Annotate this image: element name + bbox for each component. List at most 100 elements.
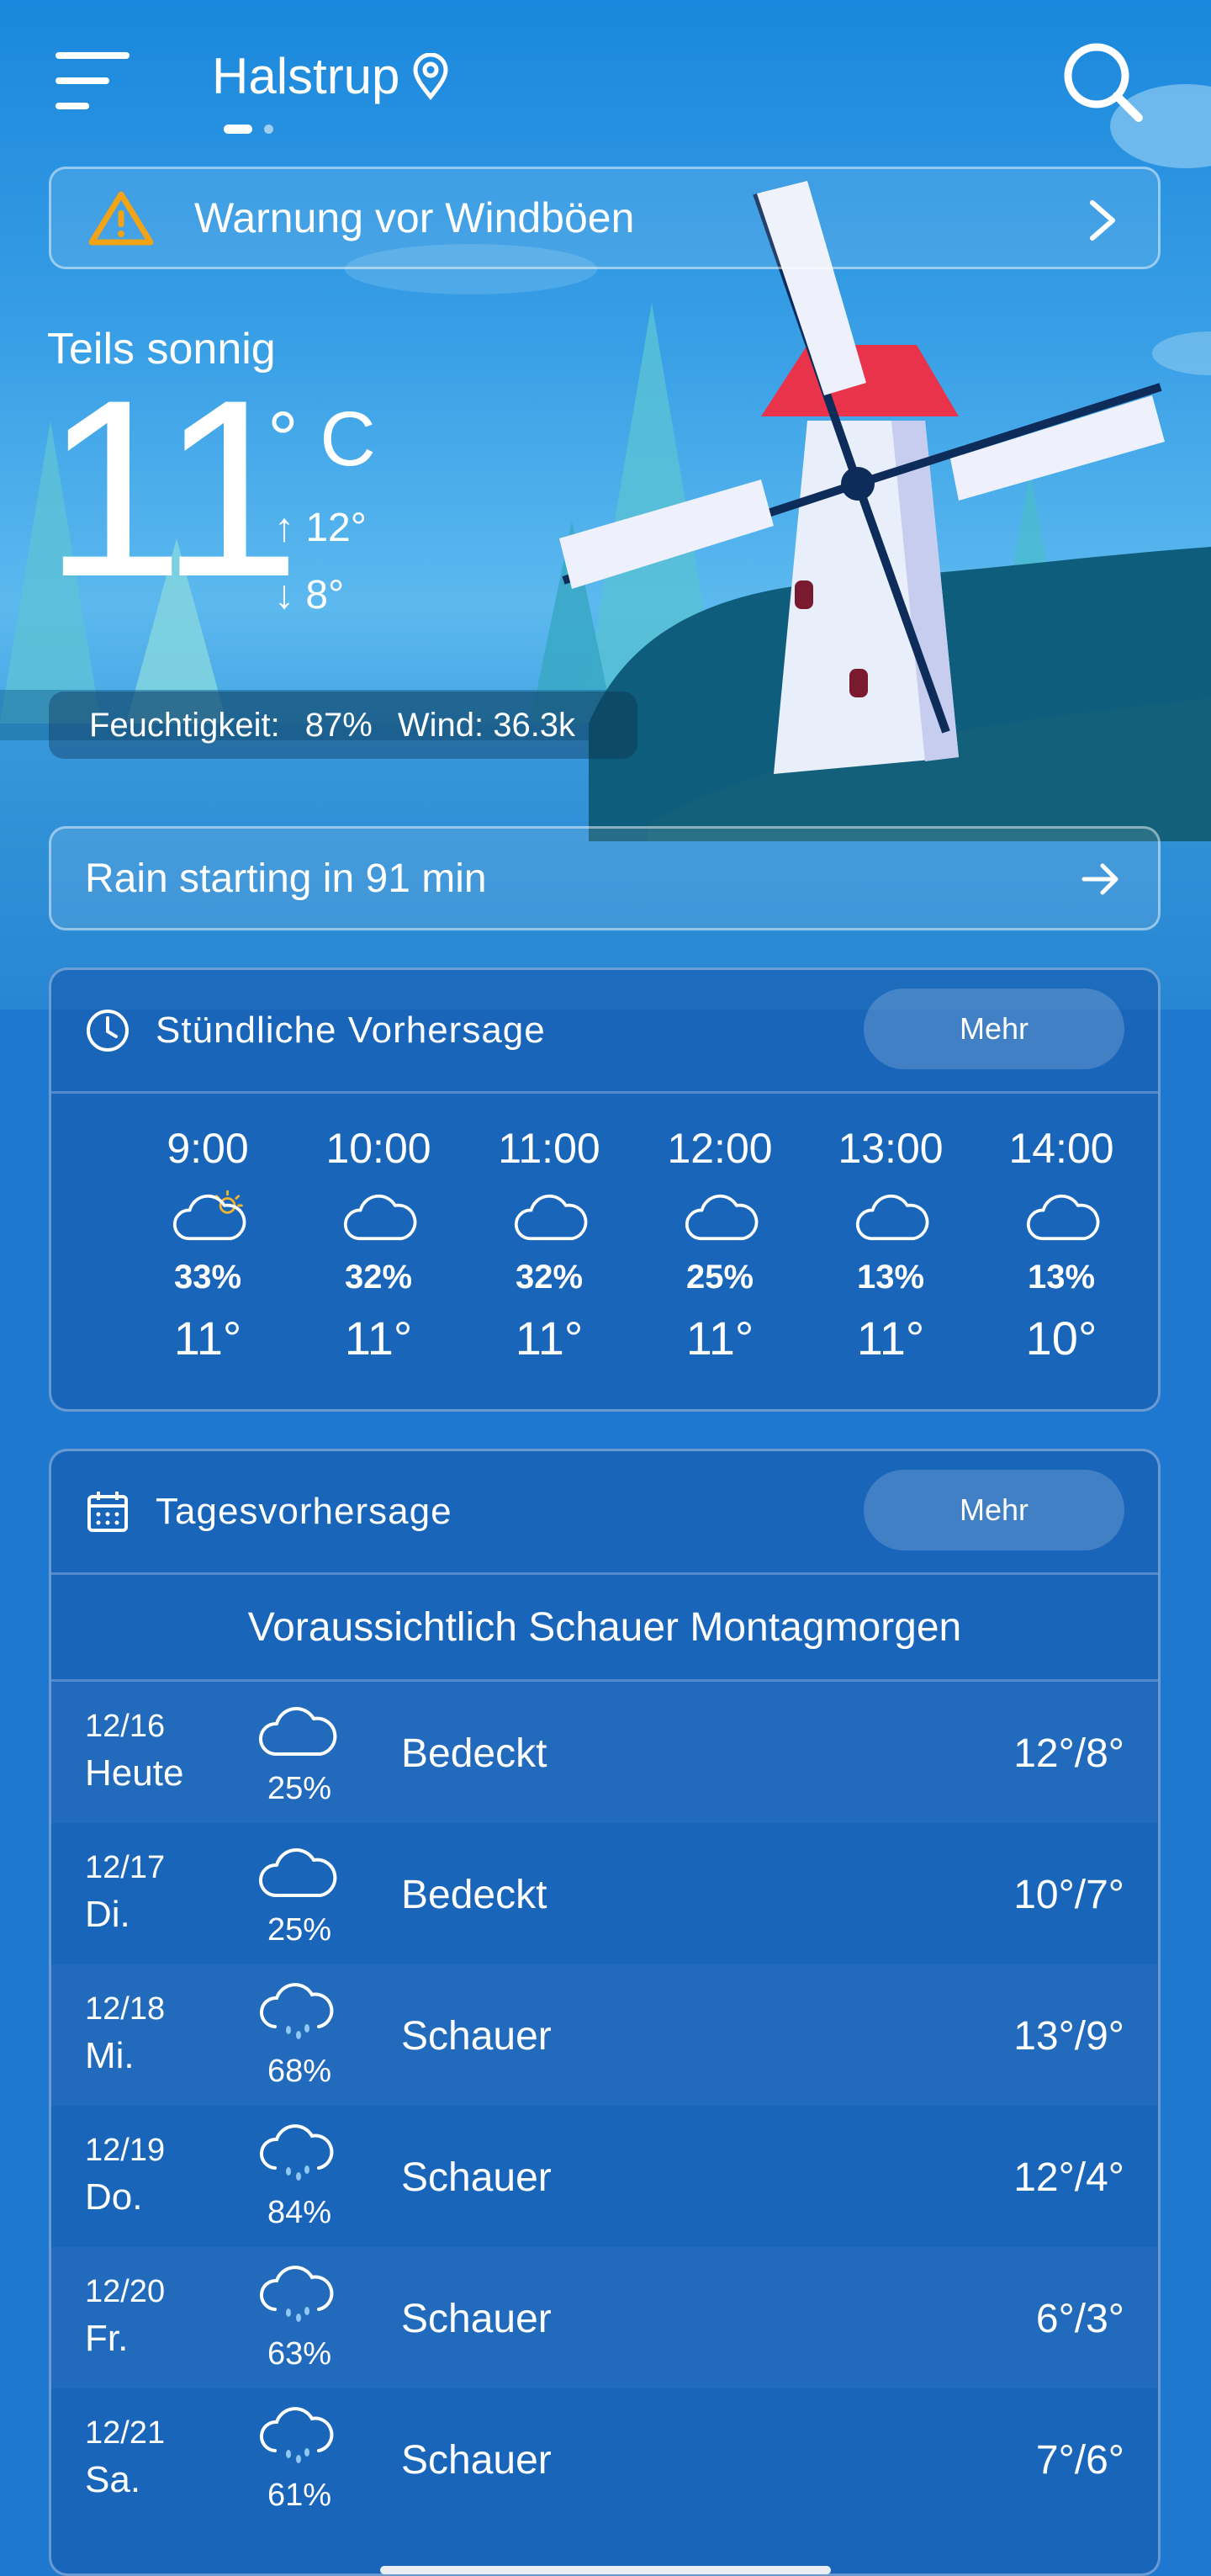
low-temperature: ↓ 8°	[274, 572, 344, 618]
hour-time: 14:00	[1008, 1125, 1114, 1172]
daily-list: 12/16 Heute 25% Bedeckt 12°/8° 12/17 Di. 25% Bed…	[51, 1682, 1158, 2530]
day-condition: Schauer	[401, 2438, 552, 2483]
city-name: Halstrup	[212, 48, 400, 104]
hourly-forecast-card: Stündliche Vorhersage Mehr 9:00 33% 11° 10:…	[49, 967, 1161, 1412]
day-name: Mi.	[85, 2035, 135, 2076]
hour-precip: 33%	[173, 1259, 242, 1296]
page-indicator	[224, 125, 273, 134]
hour-precip: 13%	[856, 1259, 925, 1296]
high-temperature: ↑ 12°	[274, 505, 367, 551]
day-row[interactable]: 12/21 Sa. 61% Schauer 7°/6°	[51, 2388, 1158, 2530]
hourly-title: Stündliche Vorhersage	[156, 1010, 546, 1051]
daily-title: Tagesvorhersage	[156, 1491, 452, 1532]
hour-temp: 11°	[344, 1312, 413, 1365]
day-temps: 13°/9°	[1013, 2014, 1124, 2059]
cloud-icon	[258, 1848, 337, 1897]
day-date: 12/19	[85, 2133, 166, 2168]
page-dot	[264, 125, 273, 134]
menu-icon[interactable]	[56, 52, 131, 113]
rain-alert-text: Rain starting in 91 min	[85, 856, 487, 901]
daily-summary: Voraussichtlich Schauer Montagmorgen	[51, 1575, 1158, 1682]
day-precip: 25%	[267, 1771, 332, 1806]
weather-warning-banner[interactable]: Warnung vor Windböen	[49, 167, 1161, 269]
day-precip: 63%	[267, 2336, 332, 2372]
day-row[interactable]: 12/19 Do. 84% Schauer 12°/4°	[51, 2106, 1158, 2247]
arrow-down-icon: ↓	[274, 573, 294, 617]
day-name: Di.	[85, 1894, 130, 1935]
day-condition: Bedeckt	[401, 1731, 547, 1776]
day-temps: 10°/7°	[1013, 1873, 1124, 1917]
cloud-icon	[685, 1194, 759, 1241]
hour-temp: 11°	[515, 1312, 584, 1365]
page-dot-active	[224, 125, 252, 134]
day-precip: 61%	[267, 2478, 332, 2513]
daily-card-header: Tagesvorhersage Mehr	[51, 1451, 1158, 1575]
hourly-more-button[interactable]: Mehr	[864, 989, 1124, 1069]
hour-precip: 25%	[685, 1259, 754, 1296]
rain-cloud-icon	[260, 1983, 334, 2039]
hour-time: 12:00	[667, 1125, 773, 1172]
weather-stats-strip: Feuchtigkeit: 87% Wind: 36.3k	[49, 692, 637, 759]
top-bar: Halstrup	[0, 0, 1211, 151]
home-indicator[interactable]	[380, 2566, 831, 2574]
day-row[interactable]: 12/16 Heute 25% Bedeckt 12°/8°	[51, 1682, 1158, 1823]
partly-cloudy-icon	[172, 1190, 246, 1241]
day-date: 12/20	[85, 2274, 166, 2309]
warning-text: Warnung vor Windböen	[194, 194, 635, 241]
day-temps: 12°/4°	[1013, 2155, 1124, 2200]
day-name: Do.	[85, 2176, 143, 2218]
day-precip: 68%	[267, 2054, 332, 2089]
warning-triangle-icon	[88, 191, 154, 246]
day-row[interactable]: 12/20 Fr. 63% Schauer 6°/3°	[51, 2247, 1158, 2388]
location-pin-icon	[413, 52, 448, 100]
hour-time: 9:00	[167, 1125, 249, 1172]
calendar-icon	[87, 1492, 128, 1532]
cloud-icon	[1026, 1194, 1100, 1241]
day-date: 12/16	[85, 1709, 166, 1744]
hour-precip: 1	[1148, 1259, 1158, 1296]
rain-cloud-icon	[260, 2124, 334, 2181]
search-icon[interactable]	[1061, 40, 1145, 125]
day-date: 12/21	[85, 2415, 166, 2451]
day-precip: 84%	[267, 2195, 332, 2230]
hour-time: 15	[1148, 1124, 1158, 1173]
humidity-value: 87%	[304, 706, 373, 744]
hour-precip: 32%	[515, 1259, 584, 1296]
day-date: 12/18	[85, 1991, 166, 2027]
rain-cloud-icon	[260, 2266, 334, 2322]
day-condition: Schauer	[401, 2297, 552, 2341]
hour-temp: 11°	[856, 1312, 925, 1365]
day-precip: 25%	[267, 1912, 332, 1948]
day-name: Fr.	[85, 2318, 129, 2359]
hour-temp: 1	[1148, 1311, 1158, 1365]
cloud-icon	[343, 1194, 417, 1241]
clock-icon	[87, 1010, 129, 1052]
day-row[interactable]: 12/17 Di. 25% Bedeckt 10°/7°	[51, 1823, 1158, 1964]
hour-temp: 10°	[1025, 1312, 1097, 1365]
rain-alert-banner[interactable]: Rain starting in 91 min	[49, 826, 1161, 930]
hour-time: 13:00	[838, 1125, 944, 1172]
cloud-icon	[258, 1707, 337, 1756]
daily-more-button[interactable]: Mehr	[864, 1470, 1124, 1550]
daily-forecast-card: Tagesvorhersage Mehr Voraussichtlich Sch…	[49, 1449, 1161, 2576]
day-date: 12/17	[85, 1850, 166, 1885]
wind-text: Wind: 36.3k	[397, 706, 576, 744]
hour-temp: 11°	[685, 1312, 754, 1365]
day-temps: 12°/8°	[1013, 1731, 1124, 1776]
hourly-list[interactable]: 9:00 33% 11° 10:00 32% 11° 11:00 32% 11° 12:00 25%…	[51, 1094, 1158, 1409]
location-selector[interactable]: Halstrup	[212, 47, 450, 105]
low-temp-value: 8°	[305, 573, 345, 617]
arrow-up-icon: ↑	[274, 506, 294, 550]
chevron-right-icon	[1090, 200, 1115, 241]
hour-precip: 13%	[1027, 1259, 1096, 1296]
hourly-card-header: Stündliche Vorhersage Mehr	[51, 970, 1158, 1094]
humidity-label: Feuchtigkeit:	[89, 706, 280, 744]
day-condition: Schauer	[401, 2014, 552, 2059]
hour-precip: 32%	[344, 1259, 413, 1296]
hour-temp: 11°	[173, 1312, 242, 1365]
day-temps: 7°/6°	[1035, 2438, 1124, 2483]
cloud-icon	[855, 1194, 929, 1241]
day-row[interactable]: 12/18 Mi. 68% Schauer 13°/9°	[51, 1964, 1158, 2106]
high-temp-value: 12°	[305, 506, 367, 550]
day-name: Heute	[85, 1752, 184, 1794]
